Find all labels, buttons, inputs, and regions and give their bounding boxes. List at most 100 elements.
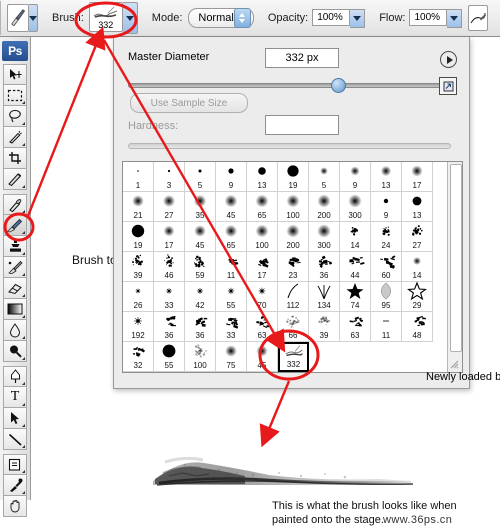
brush-preset-cell[interactable]: 39 xyxy=(123,252,154,282)
brush-preset-cell[interactable]: 332 xyxy=(278,342,309,372)
brush-preset-cell[interactable]: 14 xyxy=(340,222,371,252)
brush-preset-cell[interactable]: 27 xyxy=(402,222,433,252)
flow-input[interactable]: 100% xyxy=(409,9,447,26)
brush-preset-cell[interactable]: 24 xyxy=(371,222,402,252)
brush-preset-cell[interactable]: 21 xyxy=(123,192,154,222)
brush-preset-cell[interactable]: 65 xyxy=(247,192,278,222)
brush-preset-cell[interactable]: 74 xyxy=(340,282,371,312)
brush-preset-cell[interactable]: 26 xyxy=(123,282,154,312)
brush-preset-cell[interactable]: 3 xyxy=(154,162,185,192)
brush-preset-cell[interactable]: 95 xyxy=(371,282,402,312)
lasso-tool[interactable] xyxy=(3,106,27,127)
move-tool[interactable] xyxy=(3,64,27,85)
brush-preset-cell[interactable]: 17 xyxy=(402,162,433,192)
brush-preset-grid[interactable]: 1 3 5 9 13 19 5 9 13 17 21 27 35 45 65 100 200 300 9 13 19 17… xyxy=(123,162,433,372)
brush-preset-cell[interactable]: 13 xyxy=(402,192,433,222)
dodge-tool[interactable] xyxy=(3,341,27,362)
brush-picker-dropdown[interactable] xyxy=(123,2,138,34)
blend-mode-select[interactable]: Normal xyxy=(188,8,253,28)
brush-preset-cell[interactable]: 100 xyxy=(278,192,309,222)
brush-tool[interactable] xyxy=(3,215,27,236)
brush-preset-cell[interactable]: 100 xyxy=(185,342,216,372)
brush-preset-cell[interactable]: 45 xyxy=(216,192,247,222)
brush-preset-cell[interactable]: 70 xyxy=(247,282,278,312)
master-diameter-slider[interactable] xyxy=(128,77,451,93)
hand-tool[interactable] xyxy=(3,496,27,517)
brush-preset-cell[interactable]: 9 xyxy=(340,162,371,192)
brush-preset-cell[interactable]: 36 xyxy=(309,252,340,282)
resize-grip-icon[interactable] xyxy=(448,358,459,369)
brush-preset-cell[interactable]: 42 xyxy=(185,282,216,312)
options-bar-grip[interactable] xyxy=(0,1,1,35)
brush-preset-cell[interactable]: 11 xyxy=(216,252,247,282)
tool-preset-dropdown[interactable] xyxy=(29,4,38,32)
airbrush-toggle-button[interactable] xyxy=(468,5,488,31)
tool-preset-well[interactable] xyxy=(7,4,29,32)
brush-preset-cell[interactable]: 45 xyxy=(247,342,278,372)
brush-preset-cell[interactable]: 17 xyxy=(154,222,185,252)
gradient-tool[interactable] xyxy=(3,299,27,320)
brush-preset-cell[interactable]: 63 xyxy=(340,312,371,342)
brush-preset-cell[interactable]: 33 xyxy=(216,312,247,342)
brush-preset-cell[interactable]: 35 xyxy=(185,192,216,222)
brush-preset-cell[interactable]: 9 xyxy=(216,162,247,192)
brush-preset-cell[interactable]: 39 xyxy=(309,312,340,342)
stepper-icon[interactable] xyxy=(234,8,251,28)
brush-preset-cell[interactable]: 19 xyxy=(123,222,154,252)
brush-preset-cell[interactable]: 200 xyxy=(278,222,309,252)
brush-preset-cell[interactable]: 55 xyxy=(154,342,185,372)
brush-grid-scrollbar[interactable] xyxy=(447,162,462,372)
history-brush-tool[interactable] xyxy=(3,257,27,278)
brush-preset-cell[interactable]: 36 xyxy=(154,312,185,342)
brush-preset-cell[interactable]: 36 xyxy=(185,312,216,342)
slice-tool[interactable] xyxy=(3,169,27,190)
brush-preset-cell[interactable]: 19 xyxy=(278,162,309,192)
brush-preset-cell[interactable]: 44 xyxy=(340,252,371,282)
brush-preset-cell[interactable]: 75 xyxy=(216,342,247,372)
brush-preset-cell[interactable]: 66 xyxy=(278,312,309,342)
brush-preset-cell[interactable]: 45 xyxy=(185,222,216,252)
brush-preset-cell[interactable]: 32 xyxy=(123,342,154,372)
notes-tool[interactable] xyxy=(3,454,27,475)
hardness-slider[interactable] xyxy=(128,143,451,149)
pen-tool[interactable] xyxy=(3,366,27,387)
brush-preset-cell[interactable]: 9 xyxy=(371,192,402,222)
brush-preset-cell[interactable]: 55 xyxy=(216,282,247,312)
brush-preset-cell[interactable]: 46 xyxy=(154,252,185,282)
brush-preset-cell[interactable]: 60 xyxy=(371,252,402,282)
brush-preset-cell[interactable]: 48 xyxy=(402,312,433,342)
brush-preset-cell[interactable]: 33 xyxy=(154,282,185,312)
brush-preset-cell[interactable]: 192 xyxy=(123,312,154,342)
preset-picker-button[interactable] xyxy=(439,77,457,95)
type-tool[interactable]: T xyxy=(3,387,27,408)
scrollbar-thumb[interactable] xyxy=(450,164,462,352)
brush-preset-cell[interactable]: 23 xyxy=(278,252,309,282)
slider-knob[interactable] xyxy=(331,78,346,93)
brush-preset-cell[interactable]: 1 xyxy=(123,162,154,192)
opacity-input[interactable]: 100% xyxy=(312,9,350,26)
brush-preset-cell[interactable]: 13 xyxy=(247,162,278,192)
eyedropper-tool[interactable] xyxy=(3,475,27,496)
healing-brush-tool[interactable] xyxy=(3,194,27,215)
brush-preset-cell[interactable]: 5 xyxy=(309,162,340,192)
brush-preset-cell[interactable]: 13 xyxy=(371,162,402,192)
path-selection-tool[interactable] xyxy=(3,408,27,429)
brush-preset-cell[interactable]: 59 xyxy=(185,252,216,282)
brush-preset-cell[interactable]: 65 xyxy=(216,222,247,252)
brush-preview-well[interactable]: 332 xyxy=(89,2,123,32)
blur-tool[interactable] xyxy=(3,320,27,341)
use-sample-size-button[interactable]: Use Sample Size xyxy=(130,93,248,113)
brush-preset-cell[interactable]: 200 xyxy=(309,192,340,222)
brush-preset-cell[interactable]: 17 xyxy=(247,252,278,282)
flow-slider-dropdown[interactable] xyxy=(447,9,462,28)
brush-preset-cell[interactable]: 63 xyxy=(247,312,278,342)
brush-preset-cell[interactable]: 14 xyxy=(402,252,433,282)
brush-preset-cell[interactable]: 100 xyxy=(247,222,278,252)
crop-tool[interactable] xyxy=(3,148,27,169)
brush-preset-cell[interactable]: 27 xyxy=(154,192,185,222)
line-tool[interactable] xyxy=(3,429,27,450)
brush-preset-cell[interactable]: 112 xyxy=(278,282,309,312)
stamp-tool[interactable] xyxy=(3,236,27,257)
master-diameter-input[interactable]: 332 px xyxy=(265,48,339,68)
brush-preset-cell[interactable]: 29 xyxy=(402,282,433,312)
